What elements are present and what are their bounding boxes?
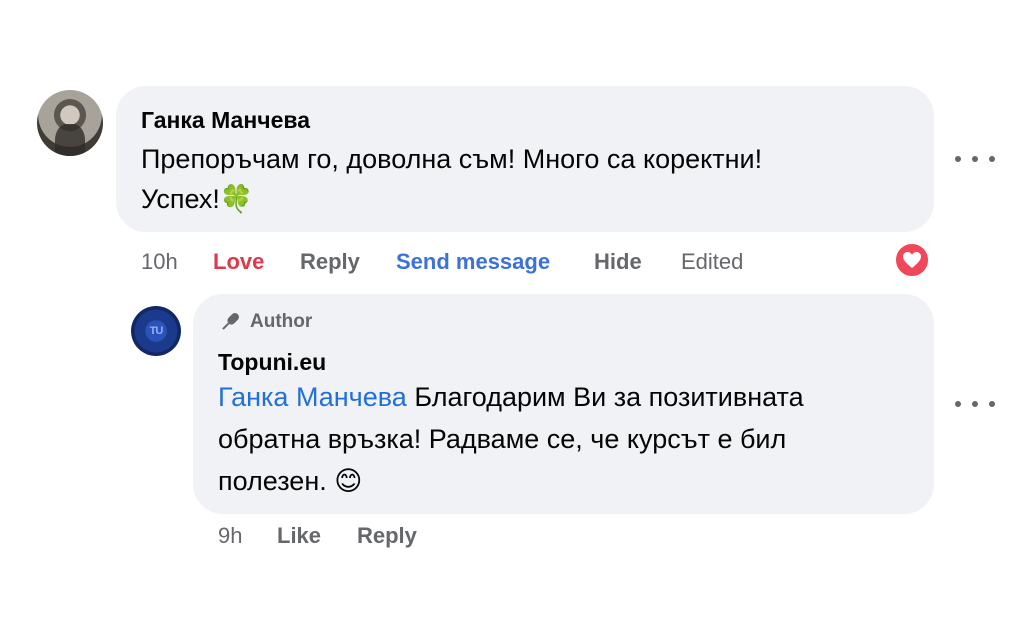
comment-text-line-1: Препоръчам го, доволна съм! Много са кор… xyxy=(141,144,763,174)
mention-link[interactable]: Ганка Манчева xyxy=(218,382,407,412)
reply-text-line-3: полезен. 😊 xyxy=(218,461,362,501)
reply-text-line-1-rest: Благодарим Ви за позитивната xyxy=(406,382,804,412)
edited-label[interactable]: Edited xyxy=(681,249,743,275)
send-message-button[interactable]: Send message xyxy=(396,249,550,275)
reply-timestamp[interactable]: 9h xyxy=(218,523,242,549)
microphone-icon xyxy=(222,313,239,330)
comment-more-options-icon[interactable] xyxy=(955,149,995,169)
comment-author-name[interactable]: Ганка Манчева xyxy=(141,107,310,134)
comment-text-line-2: Успех!🍀 xyxy=(141,179,254,219)
heart-reaction-badge[interactable] xyxy=(893,241,931,279)
heart-icon xyxy=(903,252,921,268)
hide-button[interactable]: Hide xyxy=(594,249,642,275)
reply-button[interactable]: Reply xyxy=(300,249,360,275)
author-badge: Author xyxy=(218,310,312,334)
reply-text-line-2: обратна връзка! Радваме се, че курсът е … xyxy=(218,424,787,454)
reply-more-options-icon[interactable] xyxy=(955,394,995,414)
smile-emoji: 😊 xyxy=(334,466,363,496)
commenter-avatar[interactable] xyxy=(37,90,103,156)
like-button[interactable]: Like xyxy=(277,523,321,549)
reply-author-name[interactable]: Topuni.eu xyxy=(218,349,326,376)
page-avatar-initials: TU xyxy=(149,325,164,337)
clover-emoji: 🍀 xyxy=(219,184,254,214)
reply-text-line-3-text: полезен. xyxy=(218,466,327,496)
reply-reply-button[interactable]: Reply xyxy=(357,523,417,549)
comment-text-success: Успех! xyxy=(141,184,220,214)
author-badge-label: Author xyxy=(250,311,313,332)
love-reaction-button[interactable]: Love xyxy=(213,249,264,275)
comment-timestamp[interactable]: 10h xyxy=(141,249,178,275)
reply-text-line-1: Ганка Манчева Благодарим Ви за позитивна… xyxy=(218,377,804,417)
